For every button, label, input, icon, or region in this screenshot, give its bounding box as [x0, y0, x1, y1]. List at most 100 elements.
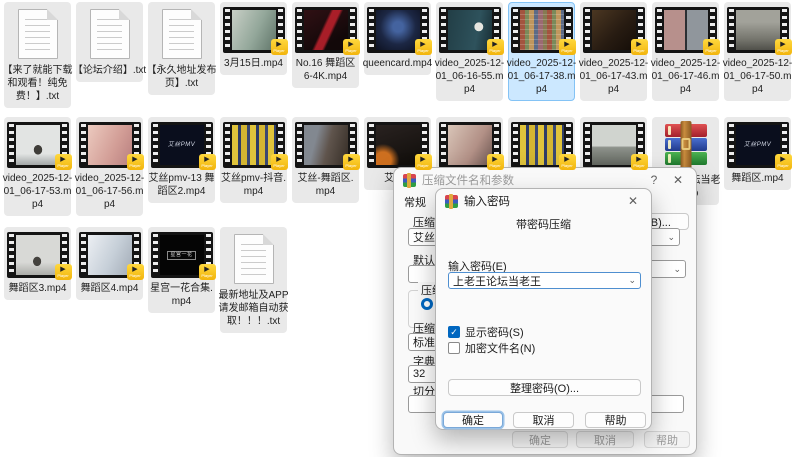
play-icon: ▶ [276, 156, 281, 163]
video-frame [592, 10, 636, 50]
file-tile[interactable]: ▶PlayerNo.16 舞蹈区 6-4K.mp4 [292, 2, 359, 88]
help-icon[interactable]: ? [645, 173, 663, 187]
password-dialog-title: 输入密码 [464, 193, 618, 209]
chevron-down-icon: ⌄ [673, 265, 681, 274]
play-badge-icon: ▶Player [703, 39, 720, 55]
play-badge-icon: ▶Player [775, 39, 792, 55]
video-thumbnail: ▶Player [727, 7, 789, 53]
file-tile[interactable]: ▶Player舞蹈区3.mp4 [4, 227, 71, 300]
play-icon: ▶ [60, 156, 65, 163]
file-tile[interactable]: 艾丝PMV▶Player舞蹈区.mp4 [724, 117, 791, 190]
text-file-icon [18, 9, 58, 59]
play-badge-icon: ▶Player [343, 39, 360, 55]
file-tile[interactable]: ▶Player舞蹈区4.mp4 [76, 227, 143, 300]
file-tile[interactable]: 【论坛介绍】.txt [76, 2, 143, 82]
play-icon: ▶ [276, 41, 281, 48]
file-tile[interactable]: 星宫一花▶Player星宫一花合集. mp4 [148, 227, 215, 313]
file-label: 舞蹈区.mp4 [716, 172, 800, 185]
tab-general[interactable]: 常规 [404, 194, 426, 210]
play-badge-text: Player [129, 273, 140, 278]
archive-strap [680, 121, 691, 171]
archive-help-button[interactable]: 帮助 [644, 431, 690, 448]
password-help-button[interactable]: 帮助 [585, 412, 646, 428]
format-radio[interactable] [421, 298, 433, 310]
archive-cancel-button[interactable]: 取消 [576, 431, 634, 448]
file-tile[interactable]: 最新地址及APP 请发邮箱自动获 取！！！.txt [220, 227, 287, 333]
thumbnail-caption: 星宫一花 [167, 251, 195, 260]
checkbox-checked-icon: ✓ [448, 326, 460, 338]
video-thumbnail: ▶Player [79, 232, 141, 278]
close-icon[interactable]: ✕ [669, 173, 687, 187]
thumbnail-caption: 艾丝PMV [744, 142, 772, 149]
play-badge-icon: ▶Player [631, 39, 648, 55]
text-file-icon [90, 9, 130, 59]
video-thumbnail: ▶Player [7, 122, 69, 168]
play-icon: ▶ [492, 156, 497, 163]
play-badge-text: Player [129, 163, 140, 168]
video-frame: 星宫一花 [160, 235, 204, 275]
play-badge-icon: ▶Player [415, 39, 432, 55]
play-badge-text: Player [201, 163, 212, 168]
file-tile[interactable]: ▶Playervideo_2025-12- 01_06-16-55.m p4 [436, 2, 503, 101]
video-frame [16, 125, 60, 165]
play-icon: ▶ [204, 156, 209, 163]
file-tile[interactable]: ▶Playervideo_2025-12- 01_06-17-46.m p4 [652, 2, 719, 101]
play-badge-text: Player [633, 163, 644, 168]
method-value: 标准 [413, 334, 435, 350]
file-tile[interactable]: ▶Playervideo_2025-12- 01_06-17-38.m p4 [508, 2, 575, 101]
close-icon[interactable]: ✕ [624, 194, 642, 208]
password-dialog: 输入密码 ✕ 带密码压缩 输入密码(E) 上老王论坛当老王 ⌄ ✓ 显示密码(S… [435, 188, 652, 430]
file-tile[interactable]: ▶Player艾丝pmv-抖音. mp4 [220, 117, 287, 203]
password-input[interactable]: 上老王论坛当老王 ⌄ [448, 272, 641, 289]
file-tile[interactable]: ▶Playervideo_2025-12- 01_06-17-43.m p4 [580, 2, 647, 101]
play-badge-text: Player [561, 163, 572, 168]
play-badge-icon: ▶Player [55, 154, 72, 170]
play-badge-icon: ▶Player [487, 154, 504, 170]
encrypt-filenames-checkbox[interactable]: 加密文件名(N) [448, 340, 535, 356]
play-badge-icon: ▶Player [199, 264, 216, 280]
video-thumbnail: ▶Player [295, 7, 357, 53]
video-thumbnail: ▶Player [583, 122, 645, 168]
play-badge-icon: ▶Player [559, 39, 576, 55]
video-frame [88, 125, 132, 165]
file-tile[interactable]: ▶Playervideo_2025-12- 01_06-17-53.m p4 [4, 117, 71, 216]
file-tile[interactable]: ▶Playervideo_2025-12- 01_06-17-50.m p4 [724, 2, 791, 101]
organize-passwords-button[interactable]: 整理密码(O)... [448, 379, 641, 396]
play-badge-icon: ▶Player [271, 154, 288, 170]
file-tile[interactable]: ▶Player3月15日.mp4 [220, 2, 287, 75]
file-tile[interactable]: ▶Playervideo_2025-12- 01_06-17-56.m p4 [76, 117, 143, 216]
play-icon: ▶ [420, 41, 425, 48]
play-icon: ▶ [564, 41, 569, 48]
play-badge-text: Player [633, 48, 644, 53]
password-dialog-titlebar: 输入密码 ✕ [436, 189, 651, 213]
file-tile[interactable]: 【永久地址发布 页】.txt [148, 2, 215, 95]
password-cancel-button[interactable]: 取消 [513, 412, 574, 428]
video-frame [304, 125, 348, 165]
file-tile[interactable]: 【来了就能下载 和观看！纯免 费！】.txt [4, 2, 71, 108]
video-frame: 艾丝PMV [736, 125, 780, 165]
password-ok-button[interactable]: 确定 [443, 412, 503, 428]
file-row: ▶Player舞蹈区3.mp4▶Player舞蹈区4.mp4星宫一花▶Playe… [4, 227, 287, 333]
play-badge-text: Player [201, 273, 212, 278]
file-tile[interactable]: ▶Player艾丝-舞蹈区. mp4 [292, 117, 359, 203]
play-badge-text: Player [273, 163, 284, 168]
video-thumbnail: ▶Player [7, 232, 69, 278]
video-thumbnail: ▶Player [367, 122, 429, 168]
video-thumbnail: ▶Player [295, 122, 357, 168]
play-icon: ▶ [636, 41, 641, 48]
play-badge-text: Player [705, 48, 716, 53]
winrar-archive-icon [663, 123, 709, 169]
show-password-checkbox[interactable]: ✓ 显示密码(S) [448, 324, 524, 340]
play-badge-icon: ▶Player [631, 154, 648, 170]
file-label: video_2025-12- 01_06-17-50.m p4 [716, 57, 800, 96]
file-tile[interactable]: 艾丝PMV▶Player艾丝pmv-13 舞 蹈区2.mp4 [148, 117, 215, 203]
play-icon: ▶ [492, 41, 497, 48]
play-icon: ▶ [132, 266, 137, 273]
play-badge-text: Player [489, 163, 500, 168]
play-badge-text: Player [57, 163, 68, 168]
file-tile[interactable]: ▶Playerqueencard.mp4 [364, 2, 431, 75]
play-badge-icon: ▶Player [559, 154, 576, 170]
archive-ok-button[interactable]: 确定 [512, 431, 568, 448]
play-badge-text: Player [273, 48, 284, 53]
video-thumbnail: ▶Player [223, 122, 285, 168]
